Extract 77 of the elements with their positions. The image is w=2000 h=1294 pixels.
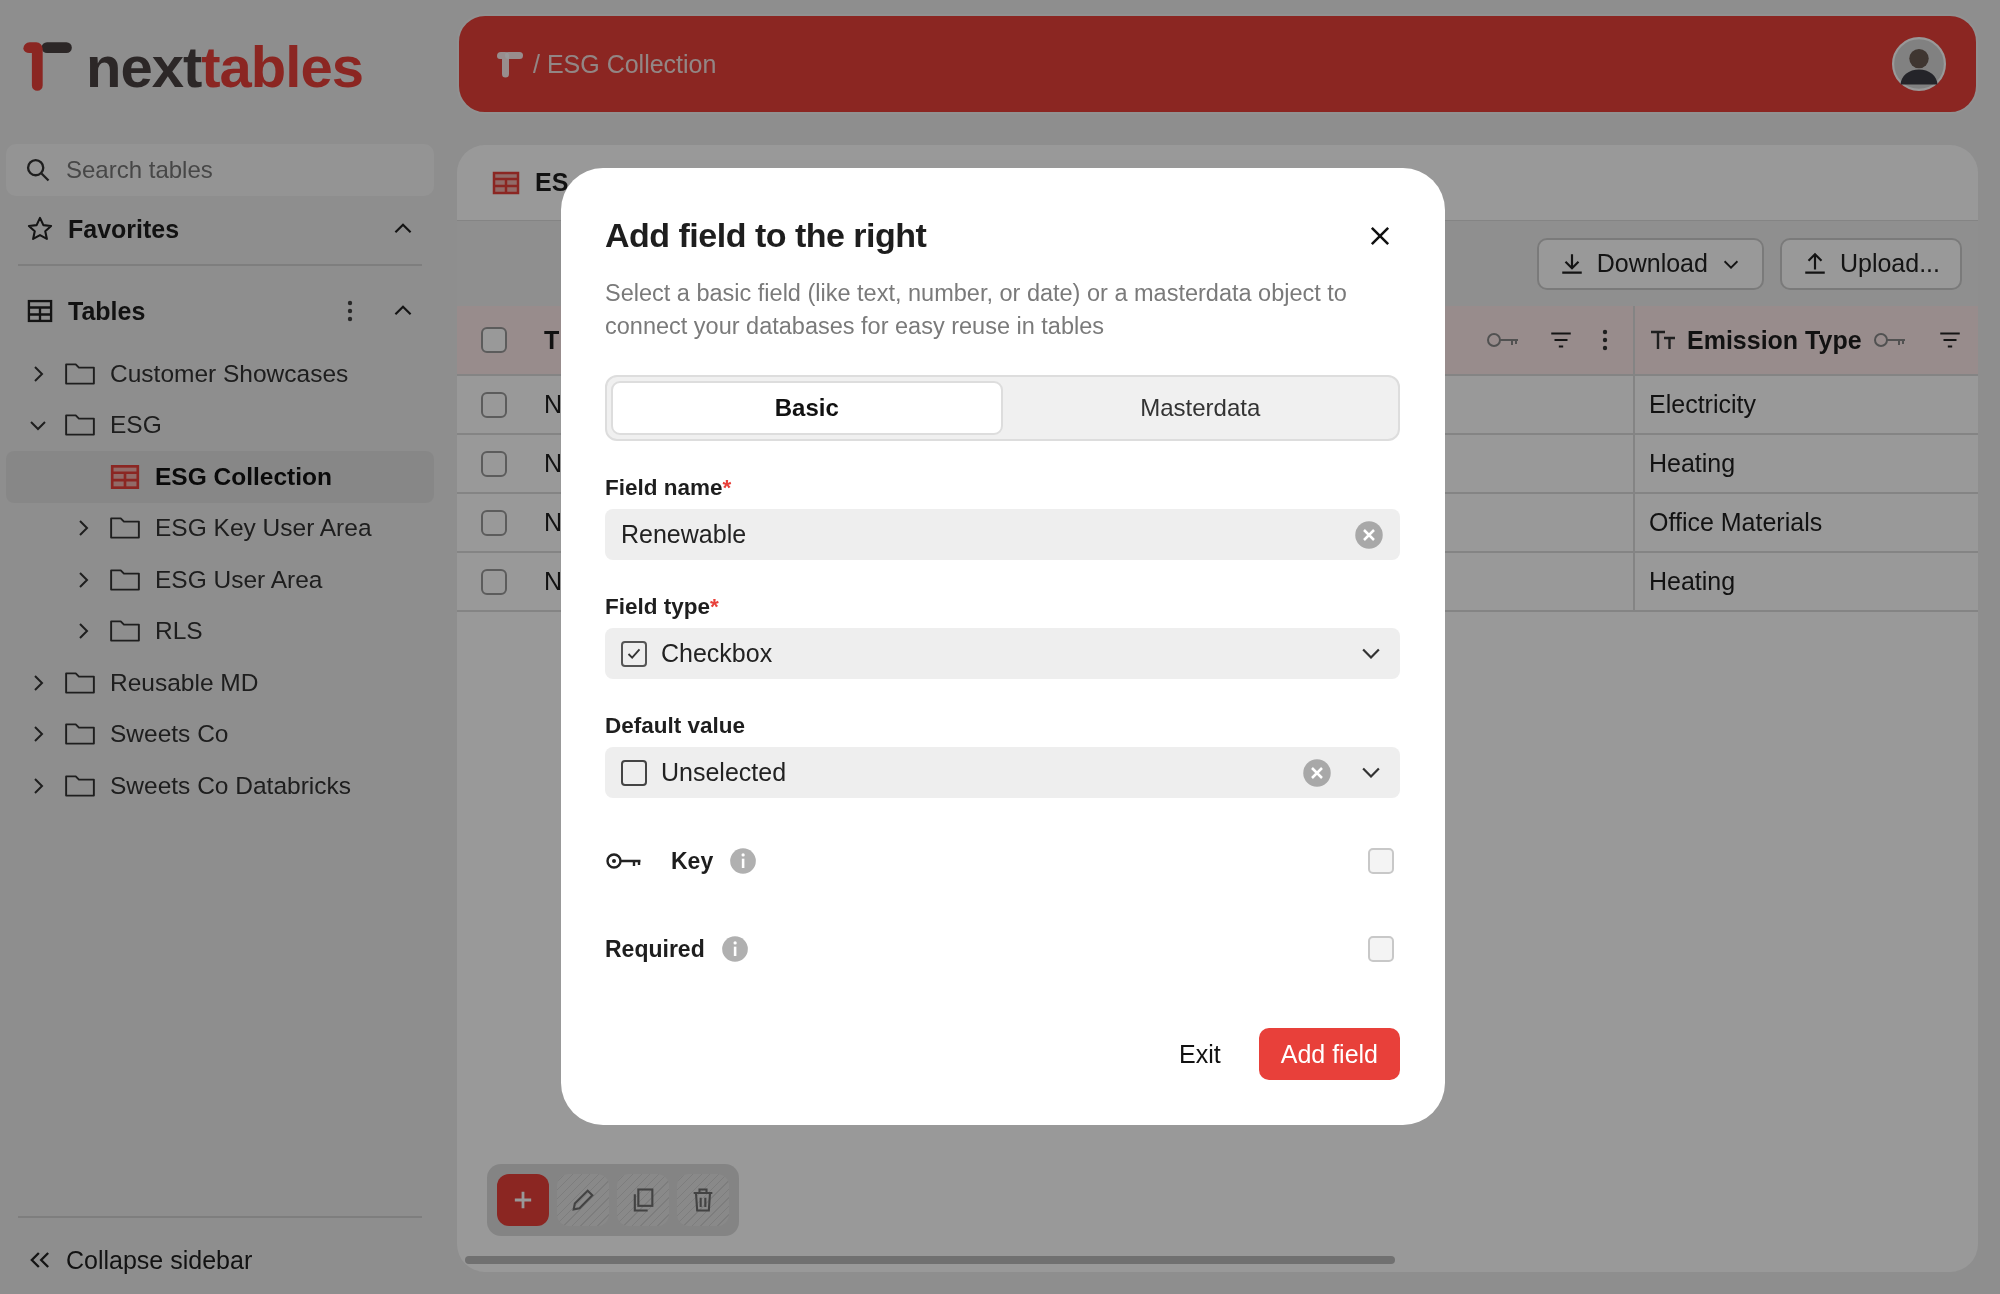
table-icon: [491, 169, 521, 196]
tree-item[interactable]: ESG Key User Area: [6, 502, 434, 554]
add-field-button[interactable]: Add field: [1258, 1028, 1400, 1080]
tree-item[interactable]: ESG: [6, 399, 434, 451]
tree-item[interactable]: ESG Collection: [6, 451, 434, 503]
folder-icon: [64, 721, 96, 748]
table-icon: [26, 297, 54, 325]
option-label: Required: [605, 935, 705, 963]
table-icon: [109, 463, 141, 490]
folder-icon: [64, 669, 96, 696]
checkbox[interactable]: [480, 327, 507, 353]
scrollbar[interactable]: [465, 1256, 1395, 1264]
add-button[interactable]: [497, 1174, 549, 1226]
table-cell: N: [544, 567, 563, 596]
info-icon[interactable]: [729, 847, 758, 875]
logo-icon: [495, 49, 525, 79]
chevron-icon: [1362, 767, 1380, 778]
logo-text: nexttables: [86, 32, 363, 100]
field-label: Field type*: [605, 594, 720, 620]
column-header: Emission Type: [1687, 325, 1862, 355]
search-field[interactable]: Search tables: [6, 144, 434, 196]
tree-item[interactable]: RLS: [6, 605, 434, 657]
table-cell: Heating: [1649, 567, 1736, 596]
table-cell: N: [544, 449, 563, 478]
tree-item[interactable]: Sweets Co: [6, 708, 434, 760]
text-field[interactable]: Renewable: [605, 509, 1400, 560]
select-field[interactable]: Unselected: [605, 747, 1400, 798]
folder-icon: [64, 412, 96, 439]
logo-icon: [20, 39, 74, 93]
dialog-description: Select a basic field (like text, number, or date) or a masterdata object to connect your databases for easy reuse in tables: [605, 279, 1348, 341]
info-icon[interactable]: [720, 935, 749, 963]
folder-icon: [109, 566, 141, 593]
more-icon[interactable]: [1601, 328, 1609, 352]
folder-icon: [64, 772, 96, 799]
exit-button[interactable]: Exit: [1169, 1031, 1231, 1077]
table-cell: Heating: [1649, 449, 1736, 478]
tab[interactable]: Masterdata: [1006, 381, 1394, 435]
column-header: T: [544, 325, 560, 355]
favorites-header[interactable]: Favorites: [6, 204, 434, 254]
table-title: ES: [535, 168, 569, 197]
checkbox[interactable]: [480, 391, 507, 418]
more-icon[interactable]: [346, 299, 354, 323]
key-icon: [1485, 330, 1521, 350]
folder-icon: [109, 515, 141, 542]
key-icon: [605, 851, 643, 871]
select-field[interactable]: Checkbox: [605, 628, 1400, 679]
dialog-title: Add field to the right: [605, 216, 927, 255]
checkbox[interactable]: [480, 509, 507, 536]
tree-item[interactable]: Reusable MD: [6, 657, 434, 709]
option-label: Key: [671, 847, 714, 875]
clear-icon[interactable]: [1354, 519, 1384, 550]
clear-icon[interactable]: [1302, 757, 1332, 788]
chevron-icon: [1362, 648, 1380, 659]
field-label: Field name*: [605, 475, 733, 501]
checkbox[interactable]: [480, 568, 507, 595]
table-cell: Office Materials: [1649, 508, 1823, 537]
pencil-icon: [569, 1186, 597, 1214]
table-cell: Electricity: [1649, 390, 1756, 419]
table-cell: N: [544, 508, 563, 537]
checkbox[interactable]: [480, 450, 507, 477]
tree-item[interactable]: Customer Showcases: [6, 348, 434, 400]
folder-icon: [109, 618, 141, 645]
table-cell: N: [544, 390, 563, 419]
star-icon: [26, 215, 54, 243]
upload-button[interactable]: Upload...: [1779, 237, 1962, 290]
avatar-icon[interactable]: [1892, 37, 1946, 91]
tree-item[interactable]: Sweets Co Databricks: [6, 760, 434, 812]
download-button[interactable]: Download: [1536, 237, 1764, 290]
tables-header[interactable]: Tables: [6, 286, 434, 336]
tree-item[interactable]: ESG User Area: [6, 554, 434, 606]
folder-icon: [64, 360, 96, 387]
checkbox[interactable]: [1368, 848, 1394, 874]
checkbox[interactable]: [1368, 936, 1394, 962]
collapse-sidebar-button[interactable]: Collapse sidebar: [6, 1230, 434, 1290]
tab[interactable]: Basic: [611, 381, 1003, 435]
field-label: Default value: [605, 713, 747, 739]
key-icon: [1871, 330, 1908, 350]
